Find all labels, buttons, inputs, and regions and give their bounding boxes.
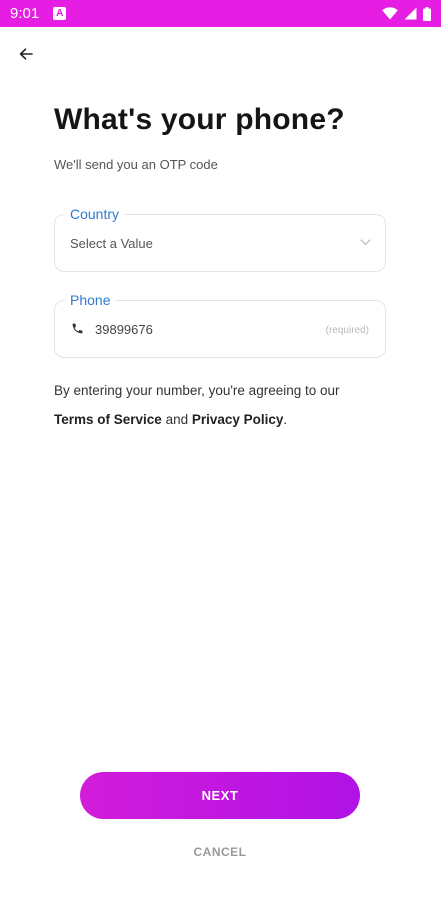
country-select[interactable]: Country Select a Value bbox=[54, 206, 386, 272]
status-time: 9:01 bbox=[10, 5, 40, 22]
back-button[interactable] bbox=[14, 42, 38, 66]
arrow-left-icon bbox=[19, 48, 33, 60]
wifi-icon bbox=[382, 7, 398, 20]
phone-input[interactable] bbox=[95, 322, 295, 337]
country-label: Country bbox=[65, 206, 125, 222]
signal-icon bbox=[404, 7, 417, 20]
next-button[interactable]: NEXT bbox=[80, 772, 360, 819]
agreement-end: . bbox=[283, 412, 288, 427]
page-subtitle: We'll send you an OTP code bbox=[54, 157, 218, 172]
page-title: What's your phone? bbox=[54, 103, 345, 136]
notification-icon: A bbox=[53, 7, 67, 20]
phone-label: Phone bbox=[65, 292, 116, 308]
privacy-policy-link[interactable]: Privacy Policy bbox=[192, 412, 284, 427]
cancel-button[interactable]: CANCEL bbox=[170, 842, 270, 862]
agreement-links: Terms of Service and Privacy Policy. bbox=[54, 412, 287, 427]
country-value: Select a Value bbox=[70, 236, 153, 251]
terms-of-service-link[interactable]: Terms of Service bbox=[54, 412, 162, 427]
chevron-down-icon bbox=[360, 239, 371, 246]
phone-icon bbox=[72, 323, 83, 334]
status-icons bbox=[382, 6, 431, 21]
phone-field[interactable]: Phone (required) bbox=[54, 292, 386, 358]
required-hint: (required) bbox=[325, 325, 369, 336]
status-bar: 9:01 A bbox=[0, 0, 441, 27]
agreement-conjunction: and bbox=[161, 412, 192, 427]
battery-icon bbox=[423, 6, 431, 21]
agreement-text: By entering your number, you're agreeing… bbox=[54, 383, 340, 398]
